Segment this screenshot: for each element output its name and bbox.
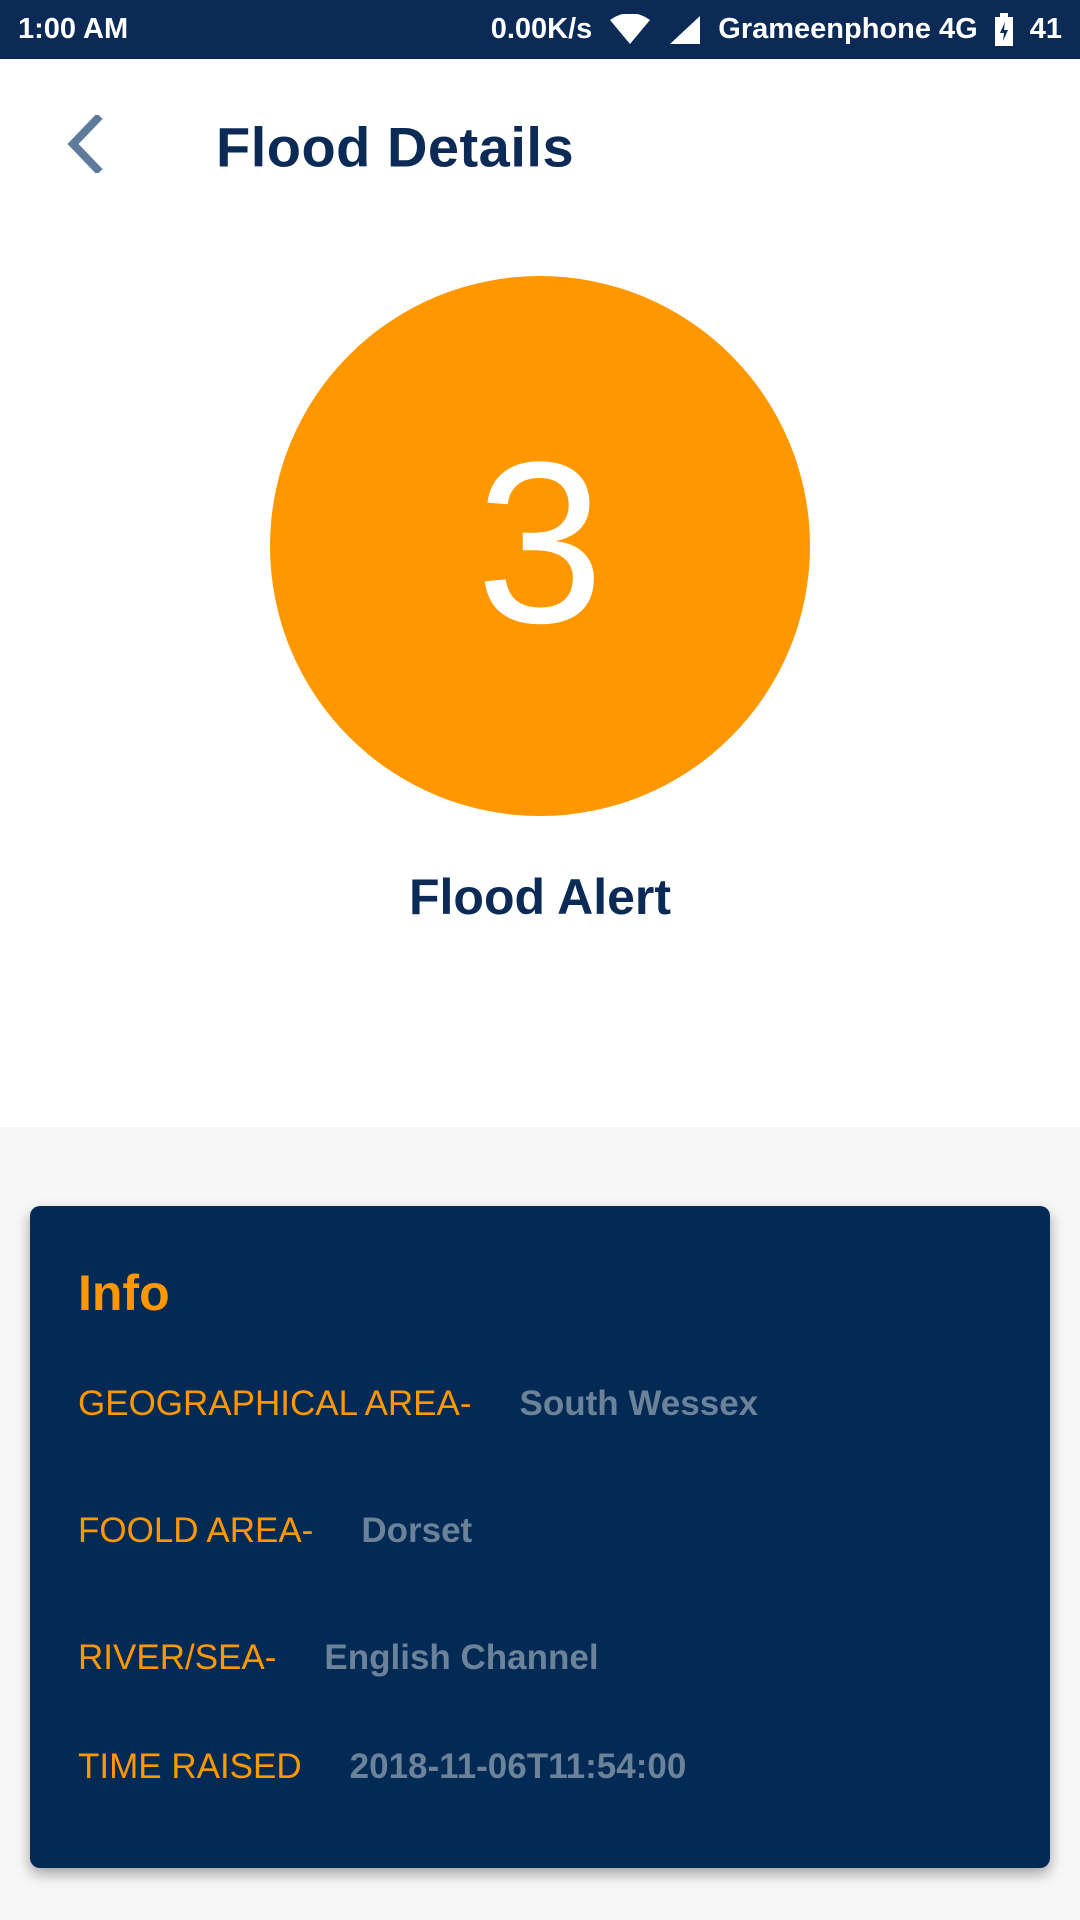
info-key: FOOLD AREA- xyxy=(78,1511,314,1550)
info-key: RIVER/SEA- xyxy=(78,1638,277,1677)
info-key: TIME RAISED xyxy=(78,1747,302,1786)
alert-level-label: Flood Alert xyxy=(408,869,671,925)
header: Flood Details xyxy=(0,59,1080,234)
info-card: Info GEOGRAPHICAL AREA- South Wessex FOO… xyxy=(30,1206,1050,1868)
info-key: GEOGRAPHICAL AREA- xyxy=(78,1384,472,1423)
status-time: 1:00 AM xyxy=(18,13,129,45)
signal-icon xyxy=(668,14,702,46)
info-row-river-sea: RIVER/SEA- English Channel xyxy=(78,1638,599,1678)
alert-level-circle: 3 xyxy=(270,276,810,816)
network-speed: 0.00K/s xyxy=(490,13,593,45)
battery-level: 41 xyxy=(1029,13,1062,45)
info-value: 2018-11-06T11:54:00 xyxy=(349,1747,687,1786)
chevron-left-icon xyxy=(65,113,105,178)
status-bar: 1:00 AM 0.00K/s Grameenphone 4G 41 xyxy=(0,0,1080,59)
info-title: Info xyxy=(78,1265,170,1321)
info-value: English Channel xyxy=(324,1638,599,1677)
info-row-time-raised: TIME RAISED 2018-11-06T11:54:00 xyxy=(78,1747,686,1787)
info-row-flood-area: FOOLD AREA- Dorset xyxy=(78,1511,472,1551)
carrier-name: Grameenphone 4G xyxy=(718,13,978,45)
alert-level-number: 3 xyxy=(476,414,604,671)
info-value: South Wessex xyxy=(519,1384,759,1423)
back-button[interactable] xyxy=(50,112,120,182)
info-row-geographical-area: GEOGRAPHICAL AREA- South Wessex xyxy=(78,1384,758,1424)
info-value: Dorset xyxy=(361,1511,473,1550)
page-title: Flood Details xyxy=(216,115,575,178)
wifi-icon xyxy=(608,13,652,46)
battery-icon xyxy=(994,12,1014,47)
